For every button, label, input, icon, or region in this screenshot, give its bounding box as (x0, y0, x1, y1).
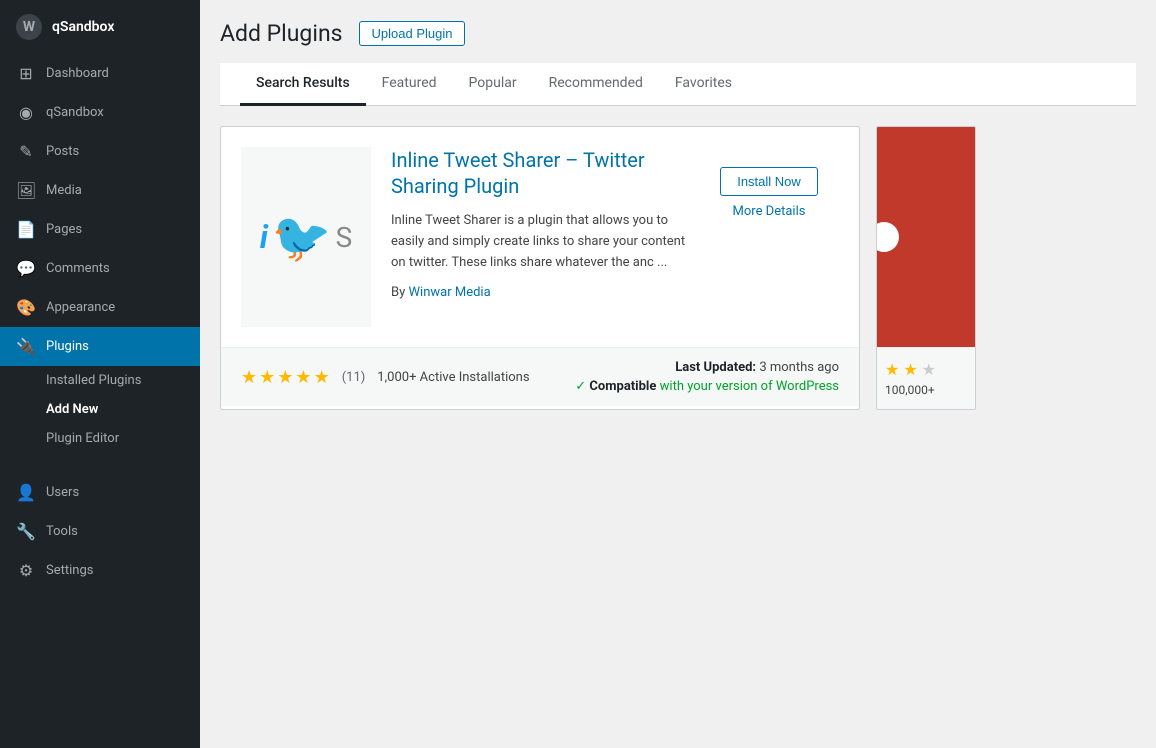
sidebar-item-posts[interactable]: ✎ Posts (0, 132, 200, 171)
sidebar-item-label: Tools (46, 524, 78, 539)
i-letter-icon: i (260, 218, 268, 256)
author-link[interactable]: Winwar Media (409, 285, 491, 300)
sidebar-item-media[interactable]: 🖼 Media (0, 171, 200, 210)
plugin-card-top: i 🐦 S Inline Tweet Sharer – Twitter Shar… (221, 127, 859, 347)
star-1: ★ (241, 367, 257, 388)
settings-icon: ⚙ (16, 561, 36, 580)
partial-circle-icon (876, 222, 899, 252)
sidebar-item-label: Media (46, 183, 82, 198)
comments-icon: 💬 (16, 259, 36, 278)
plugin-card-thumbnail: i 🐦 S (241, 147, 371, 327)
plugin-card-partial: ★ ★ ★ 100,000+ (876, 126, 976, 410)
sidebar-item-dashboard[interactable]: ⊞ Dashboard (0, 54, 200, 93)
sidebar-item-users[interactable]: 👤 Users (0, 473, 200, 512)
active-installs: 1,000+ Active Installations (377, 370, 529, 385)
sidebar-item-label: Comments (46, 261, 110, 276)
last-updated-value: 3 months ago (759, 360, 839, 375)
install-now-button[interactable]: Install Now (720, 167, 818, 196)
tab-favorites[interactable]: Favorites (659, 63, 748, 106)
plugin-editor-label: Plugin Editor (46, 431, 119, 446)
sidebar-item-appearance[interactable]: 🎨 Appearance (0, 288, 200, 327)
plugin-card-inline-tweet: i 🐦 S Inline Tweet Sharer – Twitter Shar… (220, 126, 860, 410)
tab-recommended[interactable]: Recommended (533, 63, 659, 106)
sidebar-brand: W qSandbox (0, 0, 200, 54)
review-count: (11) (342, 370, 366, 385)
plugin-name: Inline Tweet Sharer – Twitter Sharing Pl… (391, 147, 689, 199)
sidebar-item-label: Appearance (46, 300, 115, 315)
sidebar-subitem-plugin-editor[interactable]: Plugin Editor (0, 424, 200, 453)
sidebar-item-label: qSandbox (46, 105, 104, 120)
star-rating: ★ ★ ★ ★ ★ (241, 367, 330, 388)
appearance-icon: 🎨 (16, 298, 36, 317)
partial-card-bottom: ★ ★ ★ 100,000+ (877, 347, 975, 409)
star-5: ★ (314, 367, 330, 388)
page-header: Add Plugins Upload Plugin (220, 20, 1136, 47)
plugin-card-bottom: ★ ★ ★ ★ ★ (11) 1,000+ Active Installatio… (221, 347, 859, 406)
users-icon: 👤 (16, 483, 36, 502)
compatibility-status: ✓ Compatible with your version of WordPr… (575, 379, 839, 394)
star-4: ★ (295, 367, 311, 388)
plugin-description: Inline Tweet Sharer is a plugin that all… (391, 211, 689, 273)
content-area: Add Plugins Upload Plugin Search Results… (200, 0, 1156, 748)
media-icon: 🖼 (16, 181, 36, 200)
sidebar-subitem-installed-plugins[interactable]: Installed Plugins (0, 366, 200, 395)
partial-star-1: ★ (885, 360, 899, 379)
tab-popular[interactable]: Popular (453, 63, 533, 106)
plugins-icon: 🔌 (16, 337, 36, 356)
upload-plugin-button[interactable]: Upload Plugin (359, 21, 466, 46)
page-title: Add Plugins (220, 20, 343, 47)
plugin-cards-area: i 🐦 S Inline Tweet Sharer – Twitter Shar… (220, 126, 1136, 410)
partial-star-rating: ★ ★ ★ (885, 360, 967, 379)
more-details-link[interactable]: More Details (733, 204, 806, 219)
sidebar-item-settings[interactable]: ⚙ Settings (0, 551, 200, 590)
s-letter-icon: S (336, 221, 353, 254)
sidebar-item-comments[interactable]: 💬 Comments (0, 249, 200, 288)
plugin-author: By Winwar Media (391, 285, 689, 300)
qsandbox-icon: ◉ (16, 103, 36, 122)
add-new-label: Add New (46, 402, 98, 417)
compatible-label: Compatible (589, 379, 656, 394)
wp-icon-letter: W (23, 19, 35, 35)
plugin-left-meta: ★ ★ ★ ★ ★ (11) 1,000+ Active Installatio… (241, 367, 530, 388)
partial-installs: 100,000+ (885, 383, 967, 397)
site-name: qSandbox (52, 19, 114, 35)
sidebar-item-label: Plugins (46, 339, 89, 354)
plugin-right-meta: Last Updated: 3 months ago ✓ Compatible … (575, 360, 839, 394)
last-updated: Last Updated: 3 months ago (675, 360, 839, 375)
sidebar-item-plugins[interactable]: 🔌 Plugins (0, 327, 200, 366)
author-prefix: By (391, 285, 405, 300)
compatible-suffix: with your version of WordPress (660, 379, 839, 394)
sidebar-item-label: Users (46, 485, 79, 500)
plugin-icon-area: i 🐦 S (260, 209, 353, 266)
tab-featured[interactable]: Featured (366, 63, 453, 106)
sidebar-item-label: Posts (46, 144, 79, 159)
star-3: ★ (277, 367, 293, 388)
sidebar-item-pages[interactable]: 📄 Pages (0, 210, 200, 249)
tools-icon: 🔧 (16, 522, 36, 541)
twitter-bird-icon: 🐦 (272, 209, 332, 266)
sidebar-subitem-add-new[interactable]: Add New (0, 395, 200, 424)
sidebar: W qSandbox ⊞ Dashboard ◉ qSandbox ✎ Post… (0, 0, 200, 748)
partial-star-3: ★ (922, 360, 936, 379)
sidebar-item-label: Settings (46, 563, 93, 578)
sidebar-item-label: Dashboard (46, 66, 109, 81)
tab-search-results[interactable]: Search Results (240, 63, 366, 106)
tabs-bar: Search Results Featured Popular Recommen… (220, 63, 1136, 106)
posts-icon: ✎ (16, 142, 36, 161)
plugin-card-content: Inline Tweet Sharer – Twitter Sharing Pl… (391, 147, 689, 327)
sidebar-item-qsandbox[interactable]: ◉ qSandbox (0, 93, 200, 132)
dashboard-icon: ⊞ (16, 64, 36, 83)
main-content: Add Plugins Upload Plugin Search Results… (200, 0, 1156, 748)
sidebar-item-tools[interactable]: 🔧 Tools (0, 512, 200, 551)
sidebar-item-label: Pages (46, 222, 82, 237)
check-icon: ✓ (575, 379, 589, 394)
plugin-card-action: Install Now More Details (709, 147, 839, 327)
last-updated-label: Last Updated: (675, 360, 756, 375)
wp-logo-icon: W (16, 14, 42, 40)
partial-card-image (877, 127, 975, 347)
partial-star-2: ★ (903, 360, 917, 379)
star-2: ★ (259, 367, 275, 388)
pages-icon: 📄 (16, 220, 36, 239)
installed-plugins-label: Installed Plugins (46, 373, 141, 388)
